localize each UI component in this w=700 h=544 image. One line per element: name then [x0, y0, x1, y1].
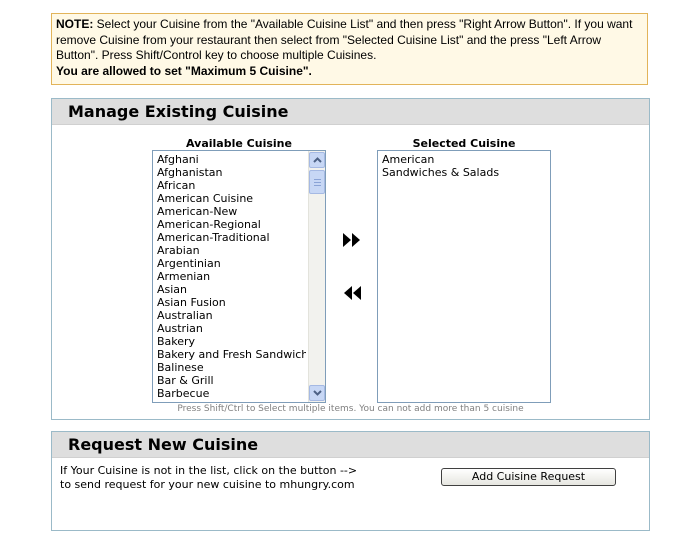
list-item[interactable]: Arabian	[153, 244, 306, 257]
selected-cuisine-title: Selected Cuisine	[412, 137, 516, 150]
list-item[interactable]: Bakery	[153, 335, 306, 348]
selected-cuisine-list[interactable]: American Sandwiches & Salads	[377, 150, 551, 403]
list-item[interactable]: Australian	[153, 309, 306, 322]
request-instructions: If Your Cuisine is not in the list, clic…	[60, 464, 358, 491]
double-right-arrow-icon	[343, 233, 360, 247]
list-item[interactable]: Sandwiches & Salads	[378, 166, 550, 179]
list-item[interactable]: African	[153, 179, 306, 192]
list-item[interactable]: Afghanistan	[153, 166, 306, 179]
available-cuisine-list[interactable]: Afghani Afghanistan African American Cuisin…	[152, 150, 326, 403]
list-item[interactable]: Armenian	[153, 270, 306, 283]
note-box: NOTE: Select your Cuisine from the "Avai…	[51, 13, 648, 85]
add-cuisine-request-button[interactable]: Add Cuisine Request	[441, 468, 616, 486]
list-item[interactable]: American-Traditional	[153, 231, 306, 244]
list-item[interactable]: Austrian	[153, 322, 306, 335]
list-item[interactable]: American-New	[153, 205, 306, 218]
request-cuisine-title: Request New Cuisine	[52, 432, 649, 458]
list-item[interactable]: Asian Fusion	[153, 296, 306, 309]
manage-cuisine-panel: Manage Existing Cuisine Available Cuisin…	[51, 98, 650, 420]
note-limit: You are allowed to set "Maximum 5 Cuisin…	[56, 63, 312, 78]
manage-cuisine-title: Manage Existing Cuisine	[52, 99, 649, 125]
note-text: Select your Cuisine from the "Available …	[56, 17, 633, 62]
scroll-thumb[interactable]	[309, 170, 325, 194]
list-item[interactable]: Balinese	[153, 361, 306, 374]
list-item[interactable]: American	[378, 153, 550, 166]
list-item[interactable]: American-Regional	[153, 218, 306, 231]
list-item[interactable]: Barbecue	[153, 387, 306, 400]
add-cuisine-button[interactable]	[341, 231, 363, 249]
request-cuisine-panel: Request New Cuisine If Your Cuisine is n…	[51, 431, 650, 531]
available-cuisine-title: Available Cuisine	[186, 137, 292, 150]
double-left-arrow-icon	[344, 286, 361, 300]
scroll-down-button[interactable]	[309, 385, 325, 401]
scroll-up-button[interactable]	[309, 152, 325, 168]
list-item[interactable]: Bar & Grill	[153, 374, 306, 387]
list-item[interactable]: Bakery and Fresh Sandwiches	[153, 348, 306, 361]
note-prefix: NOTE:	[56, 17, 94, 31]
chevron-up-icon	[313, 157, 322, 163]
list-item[interactable]: American Cuisine	[153, 192, 306, 205]
available-list-scrollbar[interactable]	[308, 151, 325, 402]
list-item[interactable]: Argentinian	[153, 257, 306, 270]
selection-hint: Press Shift/Ctrl to Select multiple item…	[177, 404, 524, 414]
list-item[interactable]: Asian	[153, 283, 306, 296]
chevron-down-icon	[313, 390, 322, 396]
list-item[interactable]: Afghani	[153, 153, 306, 166]
remove-cuisine-button[interactable]	[341, 284, 363, 302]
